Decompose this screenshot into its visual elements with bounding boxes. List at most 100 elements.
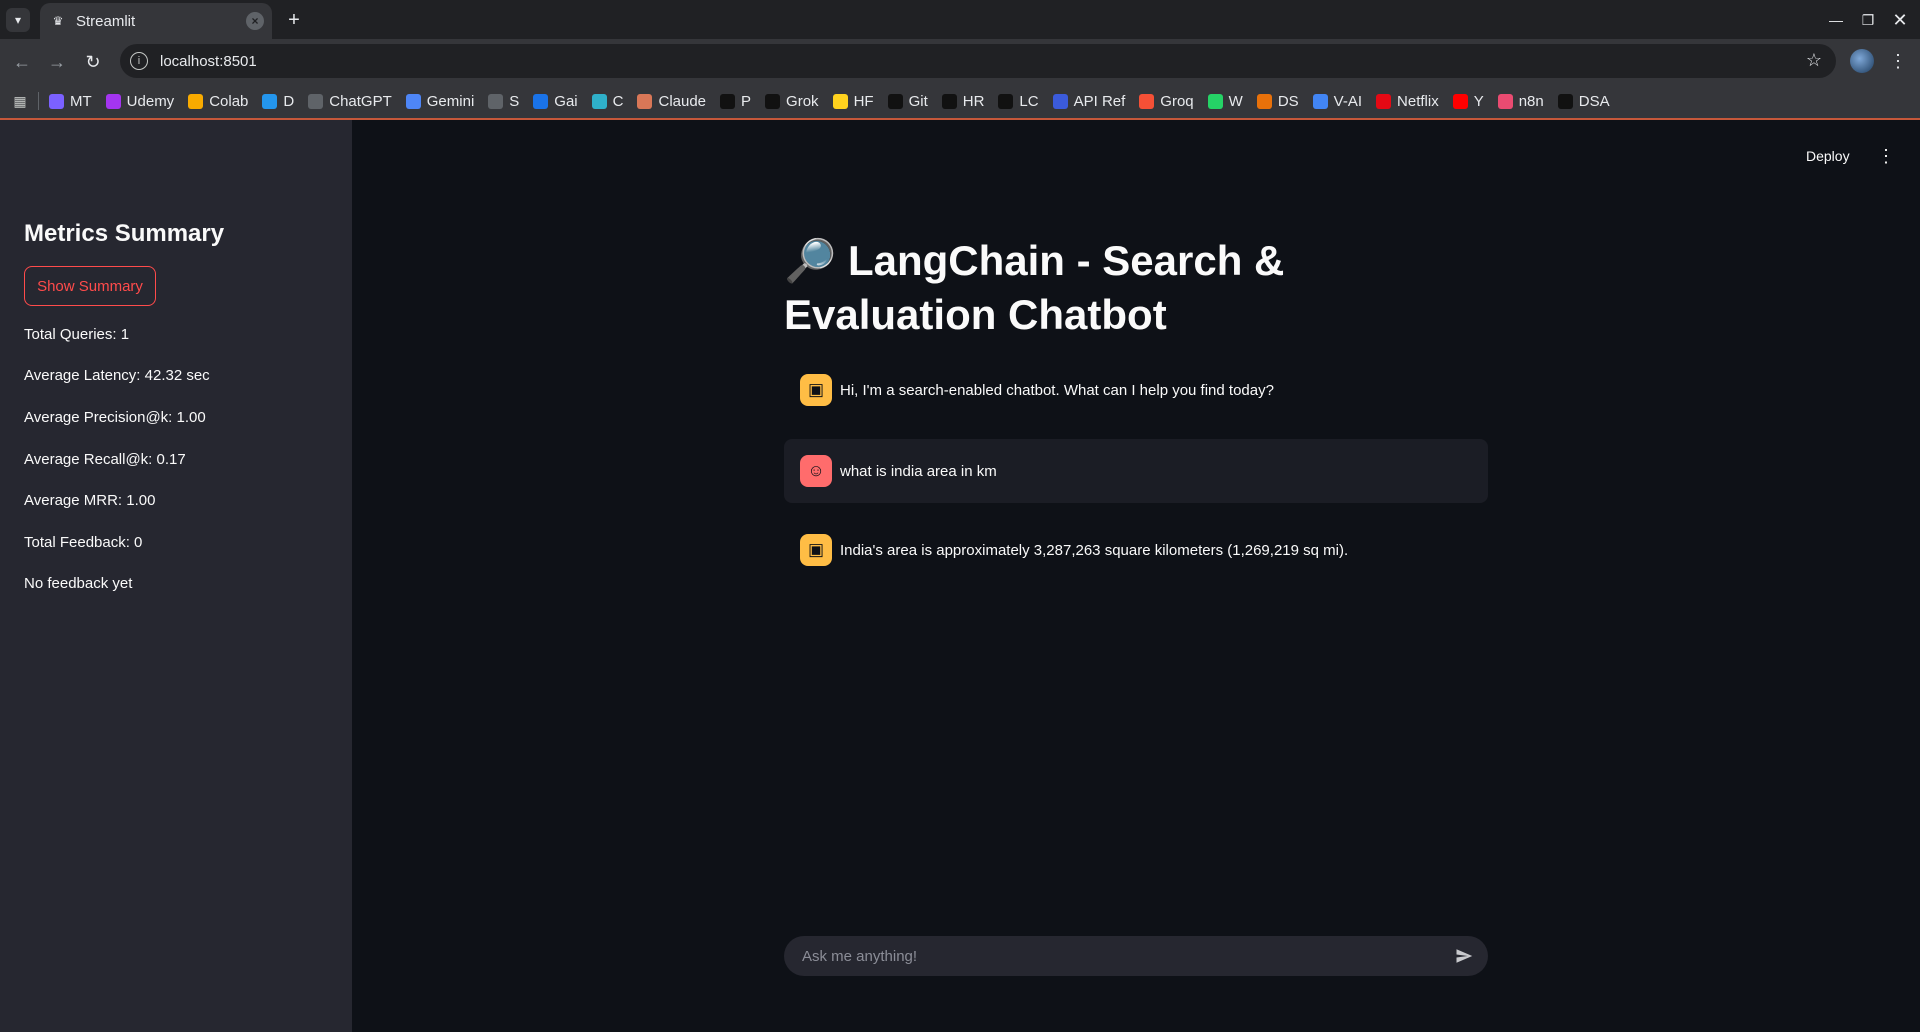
bookmark-mt[interactable]: MT — [49, 93, 92, 110]
message-text: Hi, I'm a search-enabled chatbot. What c… — [840, 381, 1274, 399]
sidebar-title: Metrics Summary — [24, 220, 225, 247]
docker-icon — [262, 93, 278, 109]
gemini-icon — [405, 93, 421, 109]
main-content: Deploy ⋮ 🔎 LangChain - Search & Evaluati… — [352, 120, 1920, 1032]
metric-average-precision: Average Precision@k: 1.00 — [24, 409, 206, 426]
bookmark-d[interactable]: D — [262, 93, 294, 110]
bookmark-git[interactable]: Git — [887, 93, 928, 110]
bookmark-udemy[interactable]: Udemy — [105, 93, 174, 110]
reload-icon[interactable]: ↻ — [80, 49, 106, 75]
ds-icon — [1256, 93, 1272, 109]
browser-tab[interactable]: ♛ Streamlit × — [40, 3, 272, 39]
bookmark-label: API Ref — [1073, 92, 1126, 110]
url-text: localhost:8501 — [160, 52, 257, 70]
bookmark-hr[interactable]: HR — [941, 92, 985, 110]
bookmark-lc[interactable]: LC — [998, 92, 1039, 110]
bookmark-s[interactable]: S — [488, 93, 519, 110]
whatsapp-icon — [1207, 93, 1223, 109]
bookmark-list: MT Udemy Colab D ChatGPT Gemini S Gai C Claude P Gr… — [49, 93, 1624, 110]
bookmark-star-icon[interactable]: ☆ — [1806, 50, 1822, 71]
udemy-icon — [105, 93, 121, 109]
leetcode-icon — [998, 93, 1014, 109]
vertex-ai-icon — [1312, 93, 1328, 109]
apps-grid-icon[interactable]: ▦ — [10, 91, 30, 111]
bookmark-label: S — [509, 92, 520, 110]
deploy-button[interactable]: Deploy — [1806, 148, 1850, 164]
bookmark-label: C — [612, 92, 624, 110]
new-tab-icon[interactable]: + — [282, 8, 306, 32]
browser-toolbar: ← → ↻ i localhost:8501 ☆ ⋮ — [0, 39, 1920, 84]
show-summary-button[interactable]: Show Summary — [24, 266, 156, 306]
bookmark-label: HR — [962, 92, 985, 110]
bookmark-label: W — [1228, 92, 1243, 110]
bookmark-n8n[interactable]: n8n — [1497, 92, 1544, 110]
claude-icon — [637, 93, 653, 109]
mt-icon — [49, 93, 64, 109]
bookmark-colab[interactable]: Colab — [188, 93, 248, 110]
youtube-icon — [1452, 93, 1468, 109]
site-info-icon[interactable]: i — [130, 52, 148, 70]
chat-input[interactable] — [800, 946, 1452, 966]
bookmark-label: DSA — [1578, 92, 1610, 110]
bookmark-hf[interactable]: HF — [832, 92, 874, 110]
s-icon — [488, 93, 504, 109]
api-ref-icon — [1052, 93, 1068, 109]
bookmark-label: ChatGPT — [329, 92, 392, 110]
bookmark-label: P — [741, 92, 752, 110]
bookmark-v-ai[interactable]: V-AI — [1312, 93, 1362, 110]
bookmark-chatgpt[interactable]: ChatGPT — [308, 93, 392, 110]
bookmark-label: Grok — [786, 92, 819, 110]
metric-total-queries: Total Queries: 1 — [24, 326, 130, 343]
bookmark-c[interactable]: C — [591, 92, 624, 110]
huggingface-icon — [832, 93, 848, 109]
tab-search-dropdown-icon[interactable]: ▾ — [6, 8, 30, 32]
bookmark-dsa[interactable]: DSA — [1557, 92, 1610, 110]
sidebar: Metrics Summary Show Summary Total Queri… — [0, 120, 352, 1032]
bookmark-claude[interactable]: Claude — [637, 93, 706, 110]
hackerrank-icon — [941, 93, 957, 109]
address-bar[interactable]: i localhost:8501 ☆ — [120, 44, 1836, 78]
bookmark-label: n8n — [1518, 92, 1544, 110]
bookmark-p[interactable]: P — [720, 93, 751, 110]
send-icon[interactable] — [1452, 944, 1476, 968]
bookmark-gemini[interactable]: Gemini — [405, 93, 474, 110]
gai-icon — [533, 93, 549, 109]
bookmark-w[interactable]: W — [1207, 92, 1243, 110]
page-title: 🔎 LangChain - Search & Evaluation Chatbo… — [784, 234, 1504, 342]
bookmarks-bar: ▦ MT Udemy Colab D ChatGPT Gemini S Gai C Claude P… — [0, 84, 1920, 120]
close-window-icon[interactable]: ✕ — [1888, 8, 1912, 32]
restore-icon[interactable]: ❐ — [1856, 8, 1880, 32]
dsa-icon — [1557, 93, 1573, 109]
profile-avatar[interactable] — [1850, 49, 1874, 73]
bookmarks-divider — [38, 92, 39, 110]
bookmark-y[interactable]: Y — [1452, 92, 1484, 110]
bookmark-label: Claude — [658, 92, 707, 110]
bot-avatar-icon: ▣ — [800, 534, 832, 566]
app-menu-icon[interactable]: ⋮ — [1876, 144, 1896, 168]
bookmark-label: Y — [1473, 92, 1484, 110]
bookmark-gai[interactable]: Gai — [533, 92, 578, 110]
bookmark-groq[interactable]: Groq — [1139, 92, 1194, 110]
tab-title: Streamlit — [76, 12, 136, 30]
user-avatar-icon: ☺ — [800, 455, 832, 487]
chat-message-assistant: ▣ India's area is approximately 3,287,26… — [784, 518, 1488, 582]
groq-icon — [1139, 93, 1155, 109]
metric-total-feedback: Total Feedback: 0 — [24, 534, 143, 551]
minimize-icon[interactable]: — — [1824, 8, 1848, 32]
bookmark-ds[interactable]: DS — [1256, 93, 1299, 110]
forward-icon[interactable]: → — [44, 49, 70, 75]
bookmark-label: HF — [853, 92, 874, 110]
browser-menu-icon[interactable]: ⋮ — [1886, 49, 1910, 73]
bookmark-netflix[interactable]: Netflix — [1376, 93, 1439, 110]
bookmark-label: Groq — [1160, 92, 1194, 110]
tab-close-icon[interactable]: × — [246, 12, 264, 30]
bookmark-label: Netflix — [1397, 92, 1439, 110]
bookmark-label: Gai — [554, 92, 578, 110]
bookmark-api-ref[interactable]: API Ref — [1052, 92, 1126, 110]
grok-icon — [765, 93, 781, 109]
feedback-status: No feedback yet — [24, 575, 133, 592]
chat-message-assistant: ▣ Hi, I'm a search-enabled chatbot. What… — [784, 358, 1488, 422]
bookmark-label: LC — [1019, 92, 1039, 110]
back-icon[interactable]: ← — [9, 49, 35, 75]
bookmark-grok[interactable]: Grok — [765, 93, 819, 110]
